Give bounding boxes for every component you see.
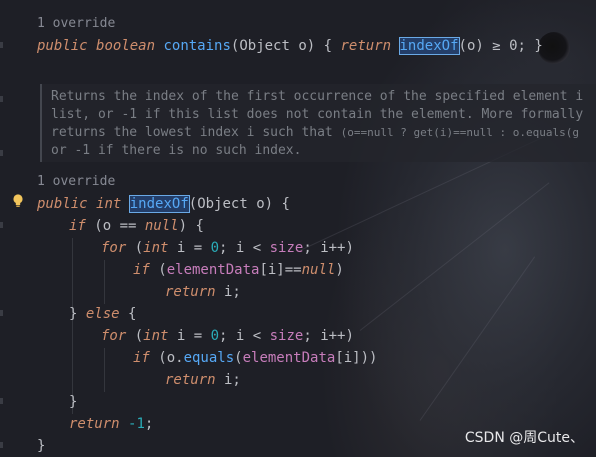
keyword: int (143, 240, 169, 256)
javadoc-line: Returns the index of the first occurrenc… (51, 89, 584, 104)
method-call[interactable]: equals (184, 350, 235, 366)
code-text: ; i < (219, 328, 270, 344)
code-text: (Object o) { (230, 38, 341, 54)
code-text: ) { (178, 218, 204, 234)
code-text: { (119, 306, 137, 322)
gutter-fold-marker[interactable] (0, 222, 3, 228)
code-line[interactable]: if (elementData[i]==null) (133, 259, 344, 281)
keyword: null (144, 218, 179, 234)
code-text: i; (215, 372, 241, 388)
override-inlay-hint[interactable]: 1 override (37, 173, 115, 191)
code-text: [i])) (335, 350, 378, 366)
field-reference: size (269, 328, 304, 344)
code-text: (o (85, 218, 120, 234)
javadoc-code: (o==null ? get(i)==null : o.equals(g (340, 126, 580, 139)
keyword: public (37, 196, 88, 212)
code-line[interactable]: } else { (69, 303, 136, 325)
keyword: if (133, 350, 150, 366)
code-text: } (69, 394, 78, 410)
keyword: for (101, 328, 127, 344)
keyword: int (96, 196, 122, 212)
indent-guide (72, 238, 73, 414)
code-line-contains[interactable]: public boolean contains(Object o) { retu… (37, 35, 543, 57)
code-line[interactable]: } (37, 435, 45, 457)
code-text: (Object o) { (188, 196, 290, 212)
javadoc-line: or -1 if there is no such index. (51, 143, 302, 158)
code-text: [i] (259, 262, 285, 278)
method-call-highlighted[interactable]: indexOf (398, 37, 460, 55)
code-line[interactable]: return i; (165, 281, 241, 303)
code-text: ; (144, 416, 154, 432)
keyword: if (69, 218, 86, 234)
code-line[interactable]: if (o.equals(elementData[i])) (133, 347, 377, 369)
gutter-fold-marker[interactable] (0, 310, 3, 316)
operator: == (119, 218, 137, 234)
gutter-fold-marker[interactable] (0, 96, 3, 102)
method-name-highlighted[interactable]: indexOf (128, 195, 190, 213)
field-reference: elementData (242, 350, 336, 366)
code-line[interactable]: for (int i = 0; i < size; i++) (101, 325, 354, 347)
watermark: CSDN @周Cute、 (464, 430, 584, 446)
code-text: ; i++) (303, 328, 354, 344)
keyword: for (101, 240, 127, 256)
keyword: return (165, 372, 216, 388)
keyword: else (85, 306, 120, 322)
code-text: ( (126, 240, 144, 256)
keyword: public (37, 38, 88, 54)
indent-guide (104, 260, 105, 304)
code-text: } (37, 438, 46, 454)
gutter-fold-marker[interactable] (0, 398, 3, 404)
code-line[interactable]: for (int i = 0; i < size; i++) (101, 237, 354, 259)
number-literal: -1 (128, 416, 145, 432)
code-editor[interactable]: 1 override public boolean contains(Objec… (0, 0, 596, 457)
keyword: int (143, 328, 169, 344)
code-text: ( (234, 350, 243, 366)
javadoc-line: list, or -1 if this list does not contai… (51, 107, 584, 122)
code-line[interactable]: if (o == null) { (69, 215, 204, 237)
code-text: i; (215, 284, 241, 300)
code-text: ; i++) (303, 240, 354, 256)
gutter-fold-marker[interactable] (0, 150, 3, 156)
number-literal: 0 (210, 240, 220, 256)
code-text: i = (168, 240, 211, 256)
keyword: return (340, 38, 392, 54)
code-text: (o. (149, 350, 184, 366)
gutter-fold-marker[interactable] (0, 442, 3, 448)
javadoc-text: returns the lowest index i such that (51, 125, 341, 140)
code-line[interactable]: return -1; (69, 413, 153, 435)
code-line[interactable]: } (69, 391, 77, 413)
javadoc-line: returns the lowest index i such that (o=… (51, 124, 579, 142)
code-text: } (69, 306, 86, 322)
code-text: ) (335, 262, 344, 278)
code-text: ; i < (219, 240, 270, 256)
override-inlay-hint[interactable]: 1 override (37, 15, 115, 33)
gutter-fold-marker[interactable] (0, 42, 3, 48)
method-name[interactable]: contains (163, 38, 230, 54)
indent-guide (104, 348, 105, 392)
code-line-indexof-signature[interactable]: public int indexOf(Object o) { (37, 193, 290, 215)
number-literal: 0 (210, 328, 220, 344)
keyword: return (165, 284, 216, 300)
field-reference: elementData (166, 262, 260, 278)
keyword: return (69, 416, 120, 432)
code-text: ( (126, 328, 144, 344)
code-text: (o) ≥ 0; } (458, 38, 543, 54)
operator: == (284, 262, 302, 278)
keyword: null (301, 262, 336, 278)
code-text: i = (168, 328, 211, 344)
code-line[interactable]: return i; (165, 369, 241, 391)
keyword: if (133, 262, 150, 278)
keyword: boolean (96, 38, 156, 54)
lightbulb-icon[interactable] (12, 194, 24, 208)
code-text: ( (149, 262, 167, 278)
field-reference: size (269, 240, 304, 256)
